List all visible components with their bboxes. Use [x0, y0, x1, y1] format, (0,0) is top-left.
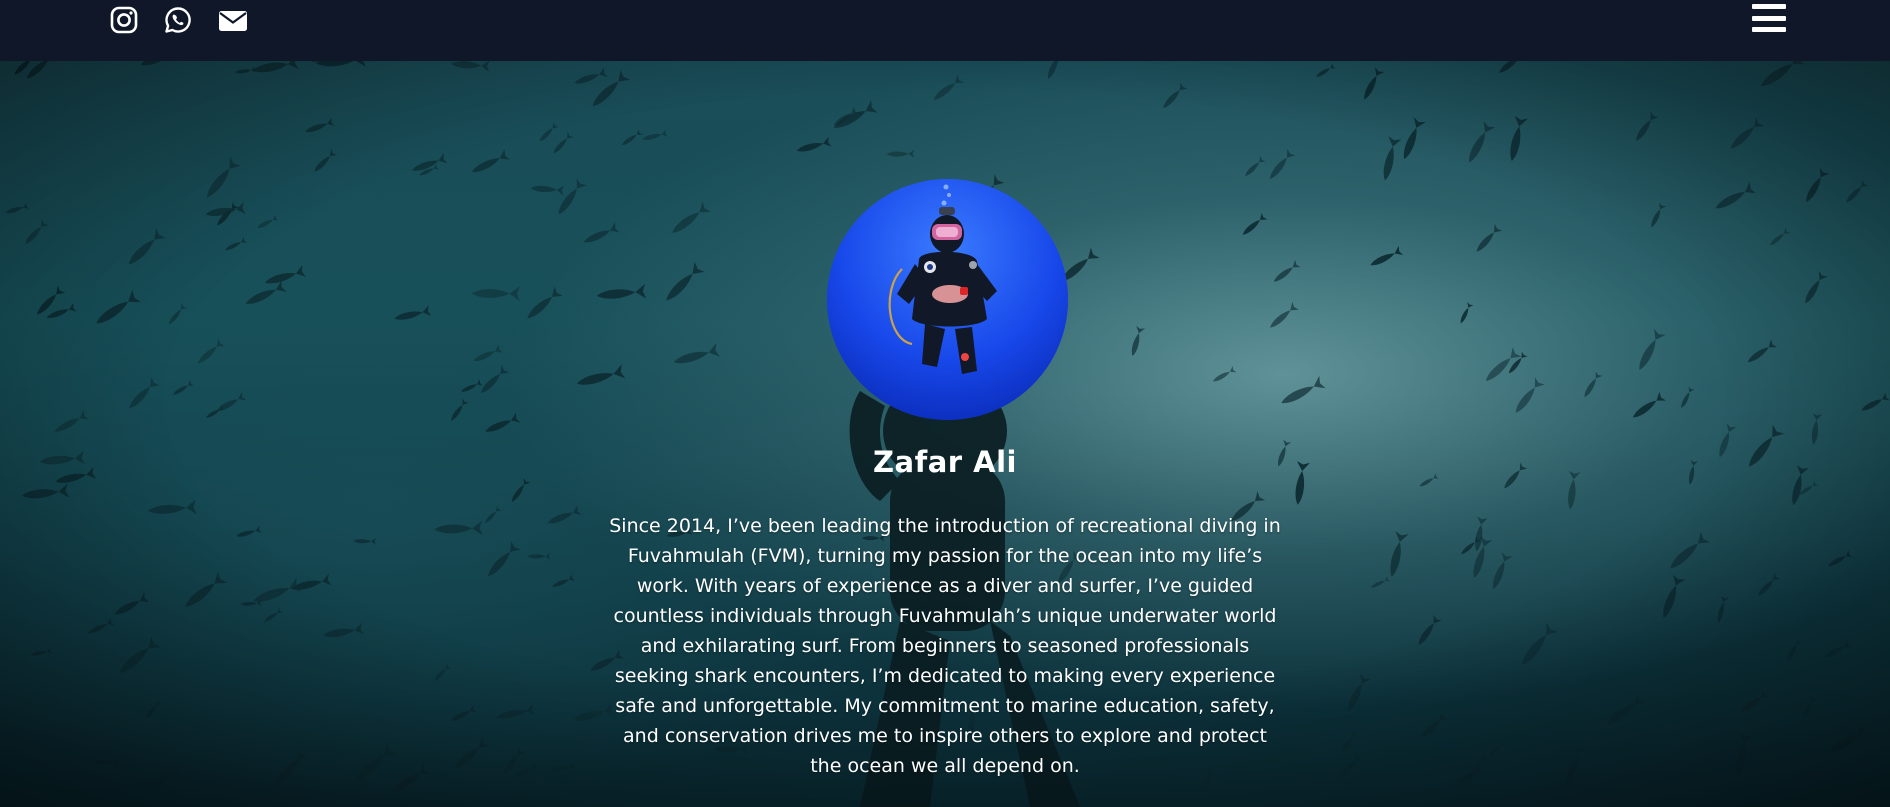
profile-bio: Since 2014, I’ve been leading the introd… — [609, 515, 1281, 777]
instagram-icon[interactable] — [110, 6, 138, 34]
top-navbar — [0, 0, 1890, 61]
menu-bar — [1752, 15, 1786, 21]
menu-bar — [1752, 4, 1786, 9]
social-links — [110, 4, 247, 36]
whatsapp-icon[interactable] — [164, 6, 192, 34]
scuba-diver-portrait — [827, 179, 1068, 420]
diver-avatar — [827, 179, 1068, 420]
hero-section: Zafar Ali Since 2014, I’ve been leading … — [0, 61, 1890, 807]
profile-name: Zafar Ali — [872, 445, 1017, 479]
hamburger-menu-icon[interactable] — [1752, 2, 1786, 34]
menu-bar — [1752, 27, 1786, 32]
envelope-icon[interactable] — [218, 6, 247, 34]
